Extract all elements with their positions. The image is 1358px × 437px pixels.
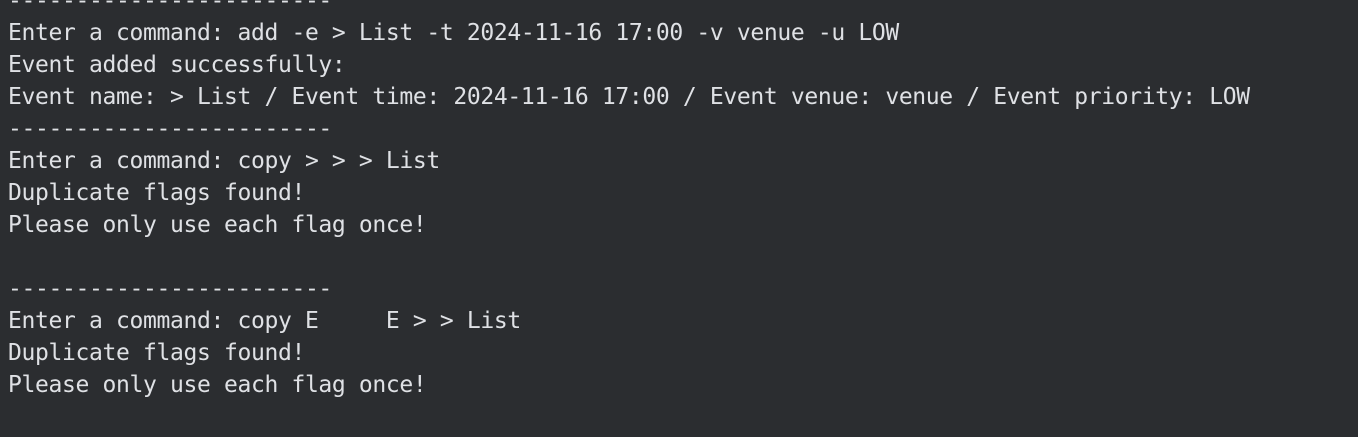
error-line: Duplicate flags found!: [8, 340, 305, 366]
output-line: Event name: > List / Event time: 2024-11…: [8, 84, 1250, 110]
error-line: Duplicate flags found!: [8, 180, 305, 206]
command-input-line: Enter a command: copy E E > > List: [8, 308, 521, 334]
terminal-output[interactable]: ------------------------ Enter a command…: [0, 0, 1358, 437]
error-line: Please only use each flag once!: [8, 212, 427, 238]
terminal-lines: ------------------------ Enter a command…: [8, 0, 1250, 433]
output-line: Event added successfully:: [8, 52, 346, 78]
separator-line: ------------------------: [8, 276, 332, 302]
command-input-line: Enter a command: copy > > > List: [8, 148, 440, 174]
command-input-line: Enter a command: add -e > List -t 2024-1…: [8, 20, 899, 46]
separator-line: ------------------------: [8, 0, 332, 14]
separator-line: ------------------------: [8, 116, 332, 142]
error-line: Please only use each flag once!: [8, 372, 427, 398]
